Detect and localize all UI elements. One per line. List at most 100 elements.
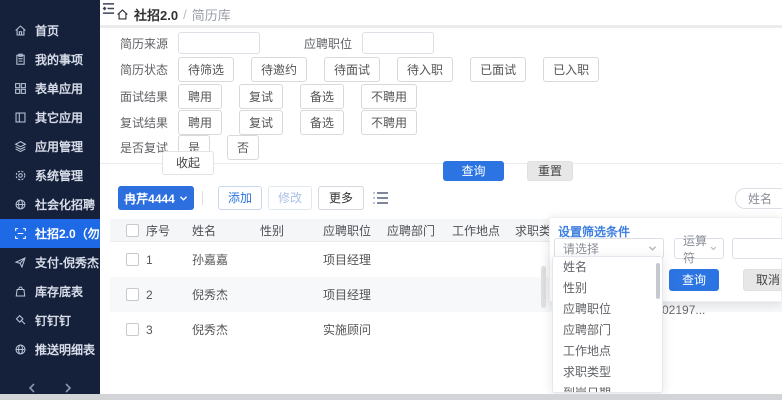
user-dropdown-label: 冉芹4444 xyxy=(124,190,175,207)
status-chip[interactable]: 待邀约 xyxy=(251,57,307,82)
retest-result-chips: 聘用 复试 备选 不聘用 xyxy=(178,110,417,135)
toolbar-divider xyxy=(202,191,203,205)
retest-chip[interactable]: 聘用 xyxy=(178,110,222,135)
apply-position-input[interactable] xyxy=(362,32,434,54)
dropdown-option[interactable]: 求职类型 xyxy=(553,362,662,383)
sidebar-item-my-tasks[interactable]: 我的事项 xyxy=(0,45,100,74)
operator-select-placeholder: 运算符 xyxy=(683,232,710,266)
sidebar-item-inventory[interactable]: 库存底表 xyxy=(0,277,100,306)
sidebar: 首页 我的事项 表单应用 其它应用 应用管理 系统管理 xyxy=(0,0,100,400)
sidebar-item-dingding[interactable]: 钉钉钉 xyxy=(0,306,100,335)
user-dropdown-button[interactable]: 冉芹4444 xyxy=(118,186,194,210)
table-scrollbar-thumb[interactable] xyxy=(541,266,546,308)
window-icon xyxy=(14,111,27,124)
layers-icon xyxy=(14,140,27,153)
dropdown-option[interactable]: 应聘部门 xyxy=(553,320,662,341)
filter-row-retest-result: 复试结果 聘用 复试 备选 不聘用 xyxy=(120,110,417,135)
sidebar-item-label: 我的事项 xyxy=(35,51,83,68)
sidebar-item-social-recruiting[interactable]: 社会化招聘 xyxy=(0,190,100,219)
col-header-dept: 应聘部门 xyxy=(387,222,452,239)
retest-chip[interactable]: 备选 xyxy=(300,110,344,135)
sidebar-item-payment[interactable]: 支付-倪秀杰 xyxy=(0,248,100,277)
row-checkbox[interactable] xyxy=(126,323,139,336)
cell-no: 2 xyxy=(146,288,192,302)
cell-position: 实施顾问 xyxy=(323,321,387,338)
retest-result-label: 复试结果 xyxy=(120,114,168,131)
grid-icon xyxy=(14,82,27,95)
sidebar-collapse-button[interactable] xyxy=(101,2,117,16)
breadcrumb: 社招2.0 / 简历库 xyxy=(116,5,231,24)
status-chip[interactable]: 待面试 xyxy=(324,57,380,82)
sidebar-item-other-apps[interactable]: 其它应用 xyxy=(0,103,100,132)
no-chip[interactable]: 否 xyxy=(227,135,259,160)
sidebar-item-form-apps[interactable]: 表单应用 xyxy=(0,74,100,103)
sidebar-item-push-detail[interactable]: 推送明细表 xyxy=(0,335,100,364)
chevron-right-icon[interactable] xyxy=(62,382,74,394)
breadcrumb-app[interactable]: 社招2.0 xyxy=(134,5,178,24)
dropdown-option[interactable]: 性别 xyxy=(553,278,662,299)
gear-icon xyxy=(14,169,27,182)
cell-no: 3 xyxy=(146,323,192,337)
dropdown-option[interactable]: 到岗日期 xyxy=(553,383,662,393)
cell-no: 1 xyxy=(146,253,192,267)
select-all-checkbox[interactable] xyxy=(126,224,139,237)
table-row[interactable]: 3 倪秀杰 实施顾问 xyxy=(110,312,782,347)
interview-chip[interactable]: 备选 xyxy=(300,84,344,109)
status-chip[interactable]: 已面试 xyxy=(470,57,526,82)
sidebar-pager xyxy=(0,382,100,394)
resume-status-label: 简历状态 xyxy=(120,61,168,78)
sidebar-item-label: 社会化招聘 xyxy=(35,196,95,213)
cell-name: 孙嘉嘉 xyxy=(192,251,260,268)
bottom-edge-strip xyxy=(0,394,782,400)
interview-result-label: 面试结果 xyxy=(120,88,168,105)
status-chip[interactable]: 待入职 xyxy=(397,57,453,82)
panel-cancel-button[interactable]: 取消 xyxy=(743,269,782,291)
retest-chip[interactable]: 不聘用 xyxy=(361,110,417,135)
collapse-filters-button[interactable]: 收起 xyxy=(162,151,214,175)
filter-row-source: 简历来源 应聘职位 xyxy=(120,32,434,54)
interview-chip[interactable]: 不聘用 xyxy=(361,84,417,109)
operator-select[interactable]: 运算符 xyxy=(674,238,724,259)
sidebar-item-label: 推送明细表 xyxy=(35,341,95,358)
edit-button[interactable]: 修改 xyxy=(268,186,312,210)
sidebar-item-shezhao2-active[interactable]: 社招2.0（勿动） xyxy=(0,219,100,248)
clipboard-icon xyxy=(14,53,27,66)
sidebar-item-label: 首页 xyxy=(35,22,59,39)
dropdown-option[interactable]: 姓名 xyxy=(553,257,662,278)
dropdown-option[interactable]: 应聘职位 xyxy=(553,299,662,320)
reset-button[interactable]: 重置 xyxy=(527,161,573,181)
interview-chip[interactable]: 聘用 xyxy=(178,84,222,109)
apply-position-label: 应聘职位 xyxy=(304,35,352,52)
dropdown-scrollbar-thumb[interactable] xyxy=(656,263,660,299)
sidebar-item-system-management[interactable]: 系统管理 xyxy=(0,161,100,190)
more-button[interactable]: 更多 xyxy=(318,186,364,210)
sidebar-item-app-management[interactable]: 应用管理 xyxy=(0,132,100,161)
interview-chip[interactable]: 复试 xyxy=(239,84,283,109)
cell-position: 项目经理 xyxy=(323,251,387,268)
sidebar-item-home[interactable]: 首页 xyxy=(0,16,100,45)
name-search-input[interactable] xyxy=(735,188,782,209)
panel-query-button[interactable]: 查询 xyxy=(669,269,719,291)
resume-source-input[interactable] xyxy=(178,32,260,54)
home-icon xyxy=(116,8,129,21)
dropdown-option[interactable]: 工作地点 xyxy=(553,341,662,362)
row-checkbox[interactable] xyxy=(126,288,139,301)
hammer-icon xyxy=(14,314,27,327)
list-view-button[interactable] xyxy=(372,190,390,206)
sidebar-item-label: 表单应用 xyxy=(35,80,83,97)
cell-position: 项目经理 xyxy=(323,286,387,303)
chevron-down-icon xyxy=(648,245,657,252)
chevron-left-icon[interactable] xyxy=(26,382,38,394)
app-window: 首页 我的事项 表单应用 其它应用 应用管理 系统管理 xyxy=(0,0,782,400)
add-button[interactable]: 添加 xyxy=(218,186,262,210)
status-chip[interactable]: 待筛选 xyxy=(178,57,234,82)
retest-chip[interactable]: 复试 xyxy=(239,110,283,135)
sidebar-item-label: 系统管理 xyxy=(35,167,83,184)
query-button[interactable]: 查询 xyxy=(443,161,504,181)
resume-status-chips: 待筛选 待邀约 待面试 待入职 已面试 已入职 xyxy=(178,57,599,82)
condition-value-input[interactable] xyxy=(732,238,782,259)
breadcrumb-page: 简历库 xyxy=(192,5,231,24)
row-checkbox[interactable] xyxy=(126,253,139,266)
status-chip[interactable]: 已入职 xyxy=(543,57,599,82)
chevron-down-icon xyxy=(710,245,717,252)
